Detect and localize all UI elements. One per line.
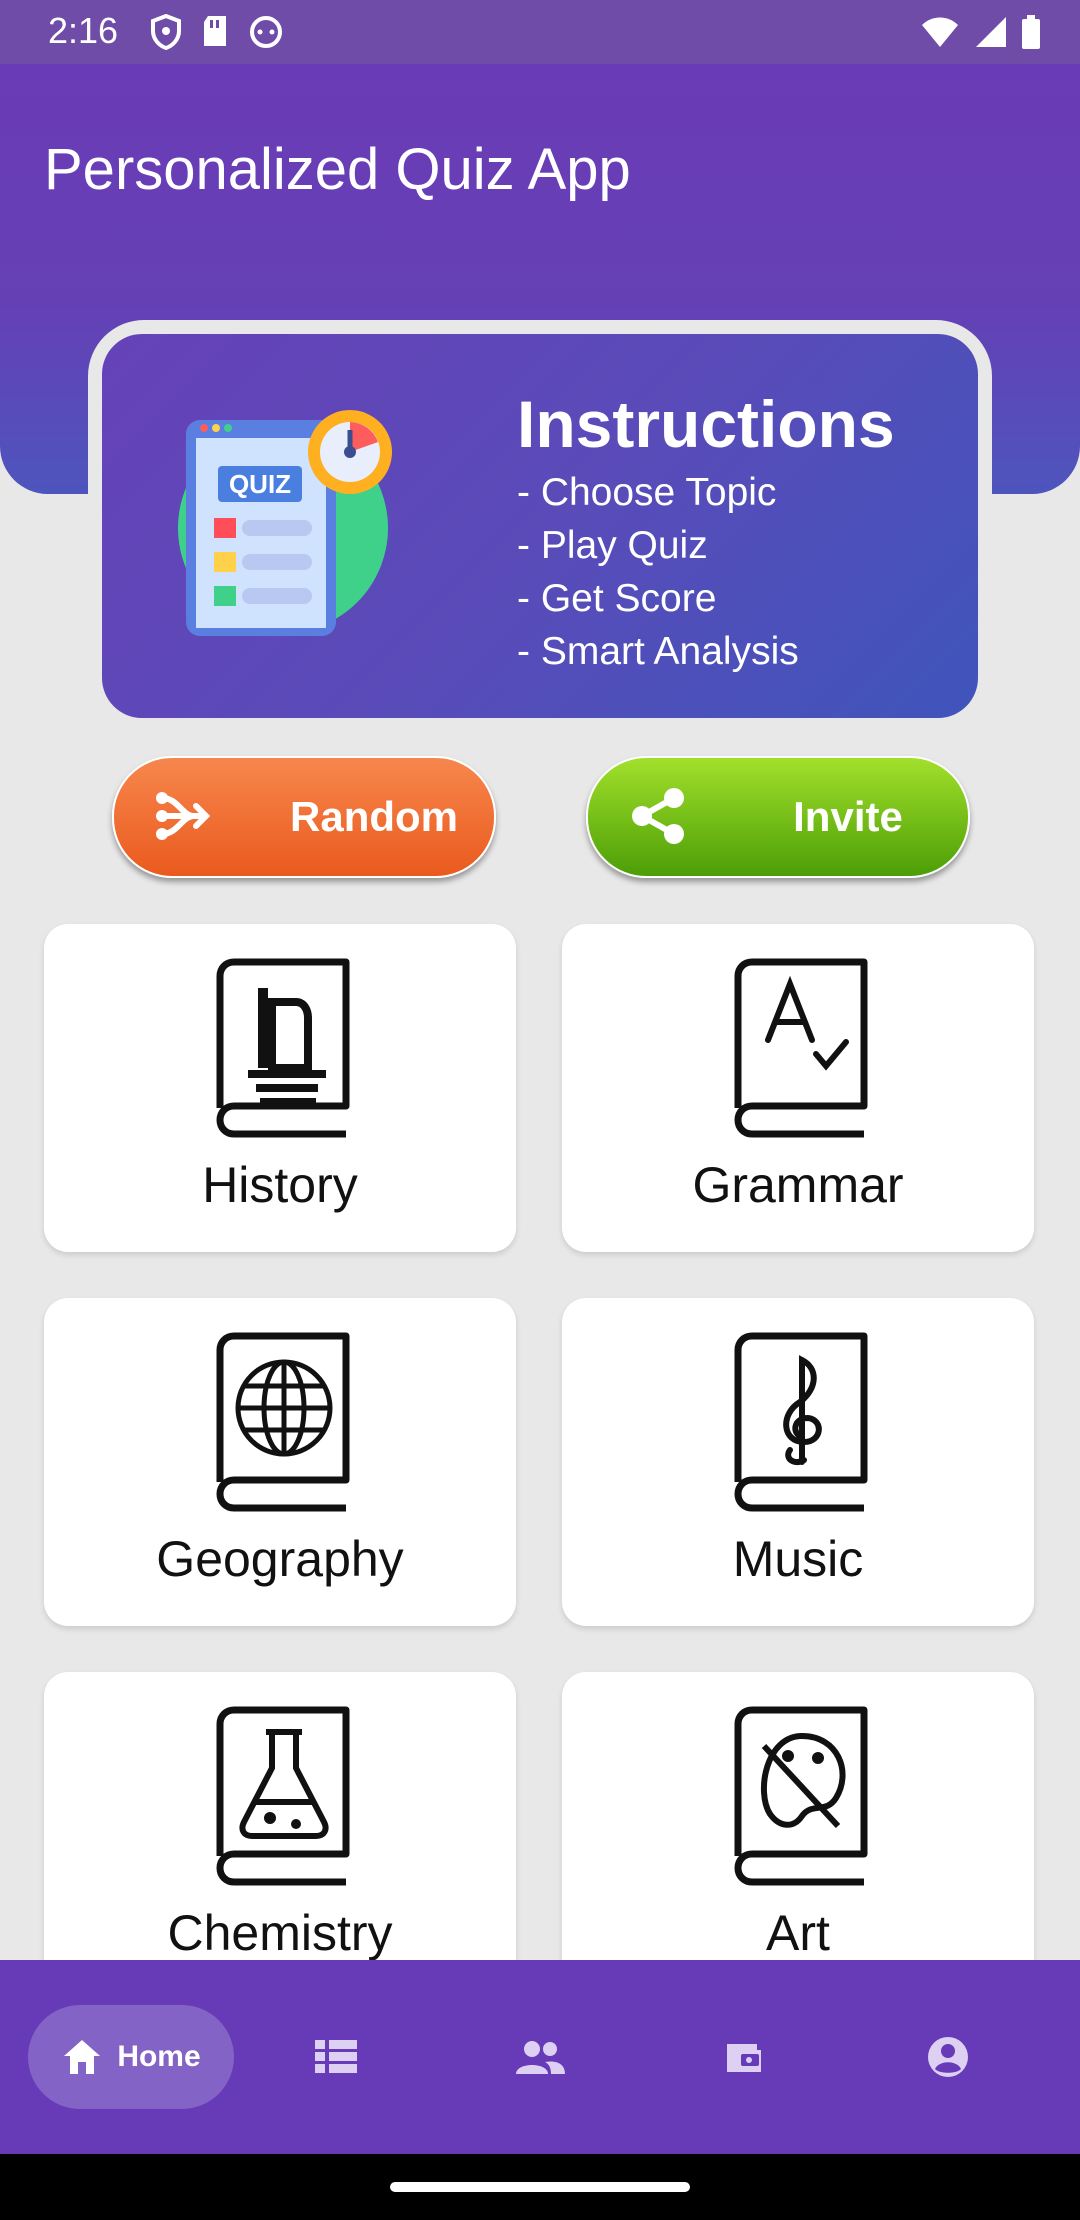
topic-label: Music (732, 1531, 864, 1587)
sd-card-icon (204, 16, 226, 46)
topic-card-grammar[interactable]: Grammar (562, 924, 1034, 1252)
nav-home[interactable]: Home (28, 2005, 234, 2109)
battery-icon (1022, 15, 1040, 49)
instruction-item: - Play Quiz (517, 524, 708, 567)
shield-icon (151, 14, 181, 50)
list-icon (315, 2040, 357, 2073)
topic-label: Geography (156, 1531, 404, 1587)
topic-label: Grammar (692, 1157, 904, 1213)
wifi-icon (922, 17, 958, 47)
topic-card-music[interactable]: Music (562, 1298, 1034, 1626)
invite-button[interactable]: Invite (586, 756, 970, 878)
home-gesture-handle[interactable] (390, 2182, 690, 2192)
android-icon (250, 16, 282, 48)
home-icon (64, 2040, 101, 2074)
topic-card-art[interactable]: Art (562, 1672, 1034, 2000)
random-button-label: Random (290, 793, 458, 840)
bottom-navigation: Home (0, 1960, 1080, 2154)
instruction-item: - Choose Topic (517, 471, 777, 514)
geography-book-icon (216, 1332, 350, 1512)
status-bar: 2:16 (0, 0, 1080, 64)
topic-label: Chemistry (167, 1905, 393, 1961)
split-arrow-icon (156, 792, 211, 840)
music-book-icon (734, 1332, 868, 1512)
instruction-item: - Get Score (517, 577, 717, 620)
people-icon (516, 2041, 565, 2074)
account-icon (928, 2037, 968, 2077)
random-button[interactable]: Random (112, 756, 496, 878)
topic-label: History (202, 1157, 358, 1213)
nav-list[interactable] (300, 2005, 372, 2109)
nav-home-label: Home (117, 2040, 201, 2073)
share-icon (632, 788, 684, 844)
topic-card-geography[interactable]: Geography (44, 1298, 516, 1626)
chemistry-book-icon (216, 1706, 350, 1886)
topic-label: Art (766, 1905, 830, 1961)
nav-wallet[interactable] (708, 2005, 780, 2109)
instruction-item: - Smart Analysis (517, 630, 799, 673)
topic-card-chemistry[interactable]: Chemistry (44, 1672, 516, 2000)
system-gesture-bar (0, 2154, 1080, 2220)
signal-icon (976, 17, 1006, 47)
grammar-book-icon (734, 958, 868, 1138)
app-title: Personalized Quiz App (44, 137, 631, 202)
wallet-icon (727, 2044, 761, 2072)
quiz-illustration-text: QUIZ (229, 469, 291, 499)
nav-account[interactable] (912, 2005, 984, 2109)
quiz-illustration-icon: QUIZ (178, 410, 392, 636)
instructions-list: - Choose Topic - Play Quiz - Get Score -… (517, 466, 799, 678)
topic-card-history[interactable]: History (44, 924, 516, 1252)
history-book-icon (216, 958, 350, 1138)
instructions-title: Instructions (517, 387, 895, 461)
art-book-icon (734, 1706, 868, 1886)
invite-button-label: Invite (793, 793, 903, 840)
status-time: 2:16 (48, 10, 119, 51)
nav-people[interactable] (504, 2005, 576, 2109)
